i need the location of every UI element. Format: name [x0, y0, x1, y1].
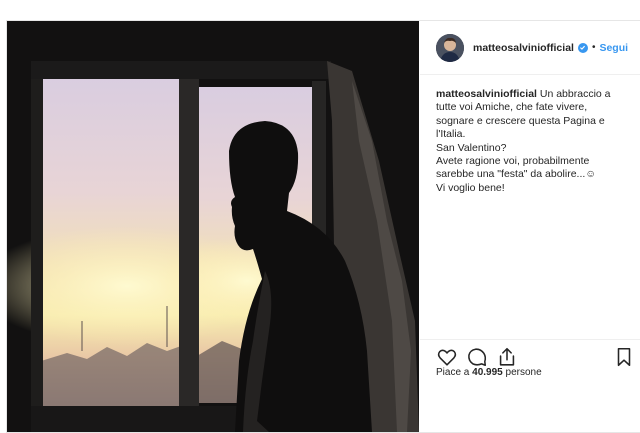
likes-count[interactable]: Piace a 40.995 persone [436, 367, 542, 378]
post-header: matteosalviniofficial • Segui [420, 21, 640, 75]
header-username[interactable]: matteosalviniofficial [473, 42, 574, 54]
separator-dot: • [591, 42, 596, 53]
likes-suffix: persone [502, 367, 542, 378]
share-icon[interactable] [496, 346, 518, 368]
caption-line-2: San Valentino? [436, 141, 507, 154]
caption-line-1: matteosalviniofficial Un abbraccio a tut… [436, 88, 625, 142]
caption-username[interactable]: matteosalviniofficial [436, 88, 537, 100]
silhouette-window-photo [7, 21, 419, 432]
caption-line-3: Avete ragione voi, probabilmente sarebbe… [436, 155, 625, 182]
bookmark-icon[interactable] [613, 346, 635, 368]
likes-prefix: Piace a [436, 367, 473, 378]
likes-number: 40.995 [472, 367, 503, 378]
post-sidebar: matteosalviniofficial • Segui matteosalv… [420, 21, 640, 432]
smile-emoji-icon: ☺ [585, 168, 597, 181]
follow-button[interactable]: Segui [599, 42, 628, 54]
caption-text-3: Avete ragione voi, probabilmente sarebbe… [436, 155, 590, 181]
heart-icon[interactable] [436, 346, 458, 368]
comment-icon[interactable] [466, 346, 488, 368]
post-photo[interactable] [7, 21, 419, 432]
caption-line-4: Vi voglio bene! [436, 181, 505, 194]
post-caption: matteosalviniofficial Un abbraccio a tut… [420, 75, 640, 195]
profile-picture-icon [436, 33, 464, 62]
avatar[interactable] [436, 33, 464, 62]
verified-badge-icon [577, 42, 588, 53]
instagram-post: matteosalviniofficial • Segui matteosalv… [6, 20, 640, 433]
